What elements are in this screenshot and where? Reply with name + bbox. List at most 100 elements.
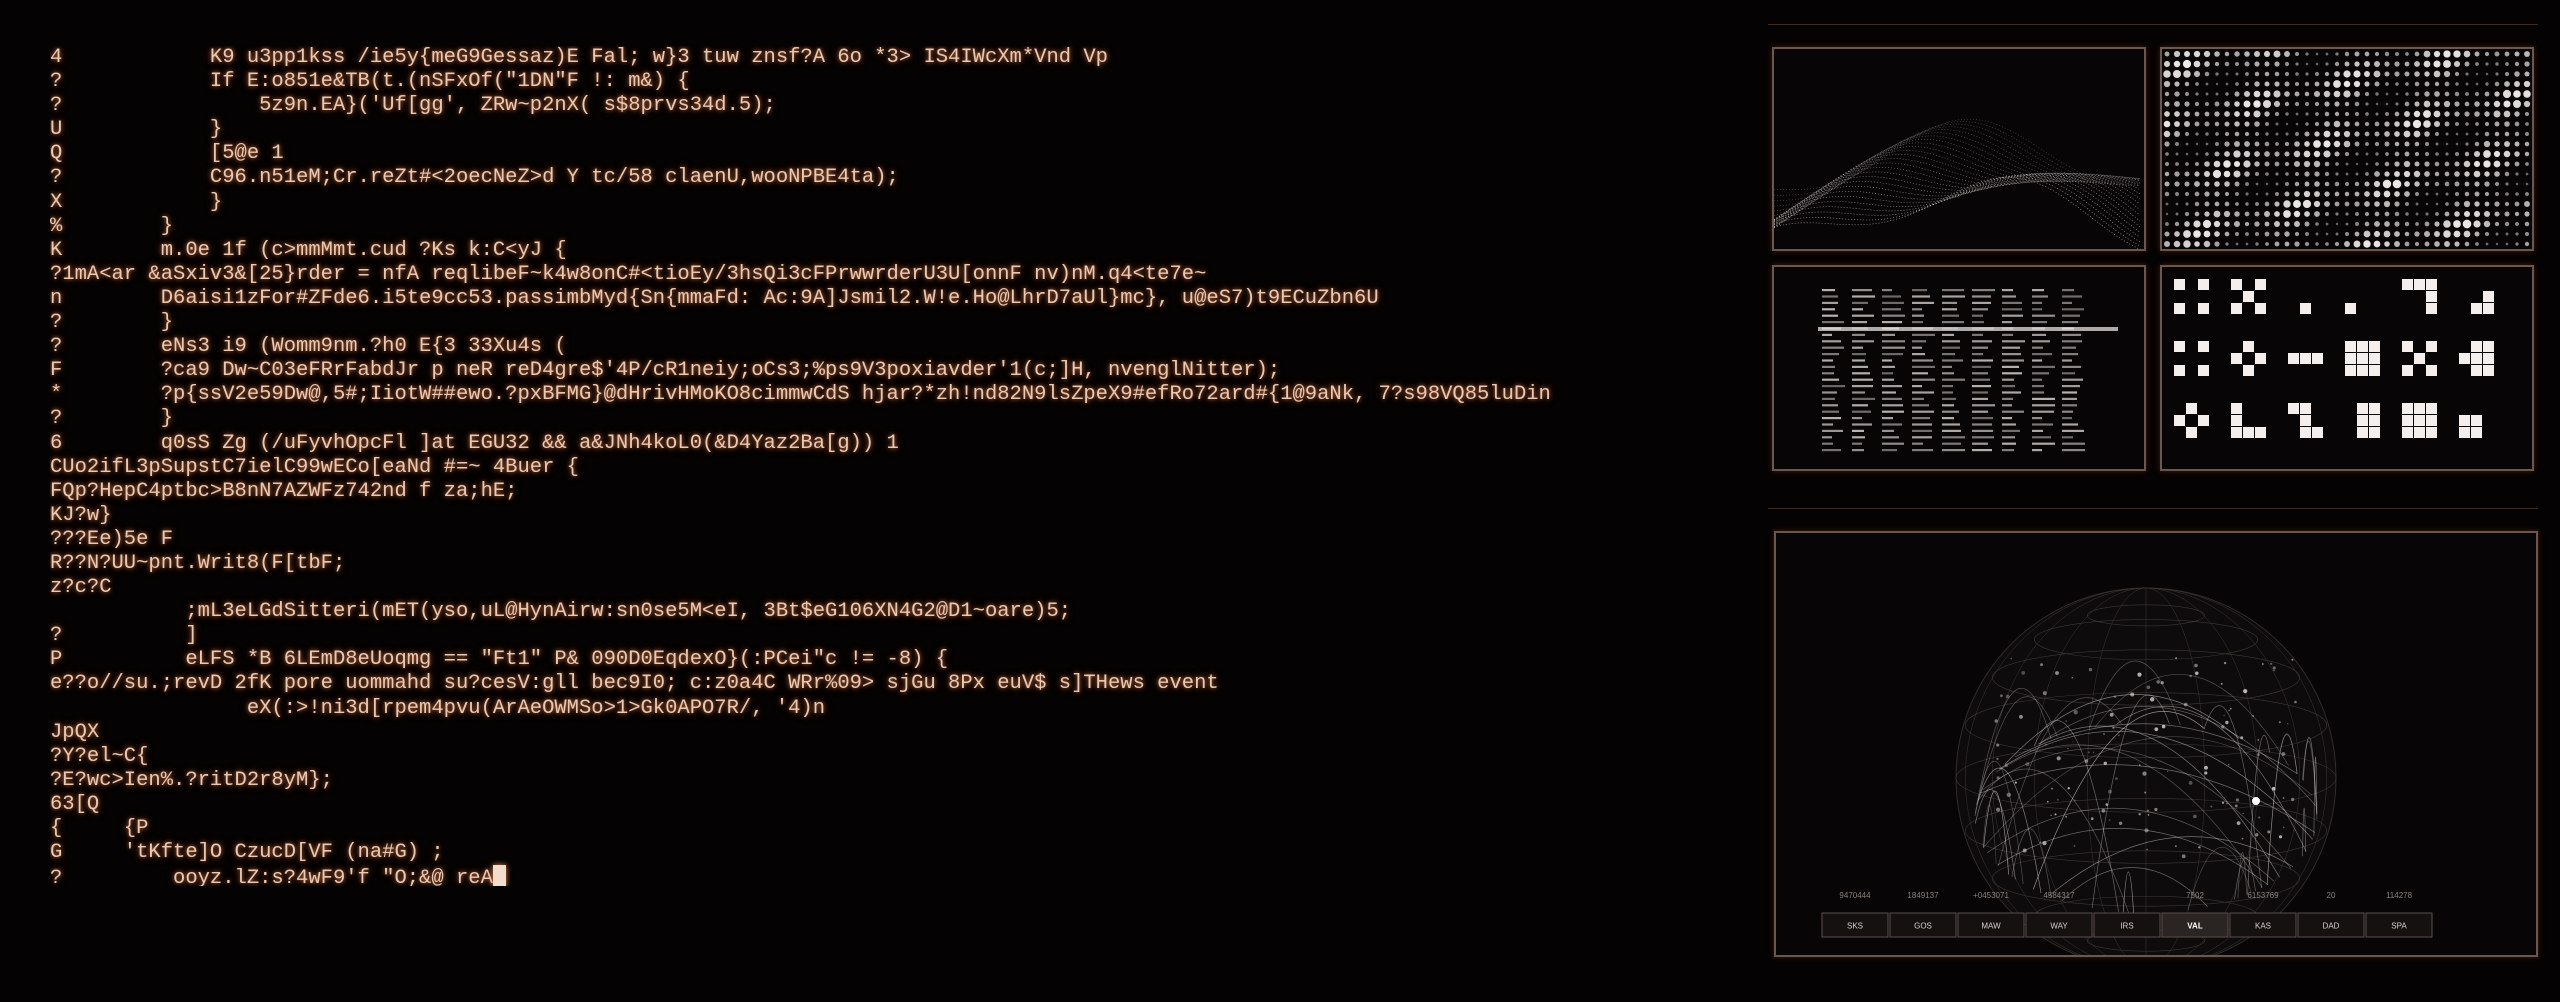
matrix-dot (2205, 152, 2209, 156)
data-text-bar (2002, 404, 2012, 407)
glyph-block (2345, 303, 2356, 314)
matrix-dot (2433, 110, 2441, 118)
data-text-bar (2002, 333, 2013, 336)
landmass-dot (2146, 848, 2148, 851)
glyph-block (2357, 403, 2368, 414)
matrix-dot (2443, 50, 2451, 58)
matrix-dot (2164, 231, 2170, 237)
matrix-dot (2494, 191, 2500, 197)
matrix-dot (2414, 231, 2420, 237)
matrix-dot (2364, 221, 2370, 227)
matrix-dot (2474, 201, 2480, 207)
data-text-bar (1912, 353, 1925, 356)
matrix-dot (2454, 171, 2460, 177)
matrix-dot (2344, 191, 2350, 197)
landmass-dot (2291, 797, 2295, 802)
matrix-dot (2425, 192, 2429, 196)
matrix-dot (2184, 81, 2190, 87)
matrix-dot (2463, 210, 2471, 218)
data-text-bar (1942, 436, 1965, 439)
data-text-bar (1882, 404, 1903, 407)
data-text-bar (1942, 372, 1954, 375)
landmass-dot (2225, 802, 2228, 805)
matrix-dot (2265, 242, 2269, 246)
matrix-dot (2464, 61, 2470, 67)
matrix-dot (2444, 161, 2450, 167)
matrix-dot (2384, 171, 2390, 177)
matrix-dot (2435, 142, 2439, 146)
region-button-label: WAY (2050, 922, 2068, 931)
glyph-block (2255, 279, 2266, 290)
region-button-label: VAL (2187, 922, 2203, 931)
wave-strand (1774, 172, 2141, 223)
matrix-dot (2175, 162, 2179, 166)
matrix-dot (2324, 111, 2330, 117)
matrix-dot (2304, 171, 2310, 177)
data-text-bar (1942, 295, 1965, 298)
data-text-bar (1882, 429, 1894, 432)
matrix-dot (2494, 221, 2500, 227)
landmass-dot (2161, 724, 2166, 729)
matrix-dot (2284, 221, 2290, 227)
glyph-block (2357, 341, 2368, 352)
matrix-dot (2184, 191, 2190, 197)
matrix-dot (2363, 240, 2371, 248)
matrix-dot (2384, 51, 2390, 57)
matrix-dot (2283, 210, 2291, 218)
matrix-dot (2184, 211, 2190, 217)
data-text-bar (1912, 449, 1933, 452)
matrix-dot (2405, 82, 2409, 86)
data-text-bar (1942, 321, 1964, 324)
matrix-dot (2403, 160, 2411, 168)
matrix-dot (2215, 82, 2219, 86)
data-text-bar (1912, 340, 1926, 343)
matrix-dot (2194, 241, 2200, 247)
data-text-bar (1882, 372, 1893, 375)
landmass-dot (2112, 726, 2115, 729)
matrix-dot (2264, 151, 2270, 157)
matrix-dot (2515, 182, 2519, 186)
matrix-dot (2504, 71, 2510, 77)
matrix-dot (2494, 141, 2500, 147)
matrix-dot (2164, 91, 2170, 97)
data-text-bar (1942, 378, 1965, 381)
terminal-line: ? 5z9n.EA}('Uf[gg', ZRw~p2nX( s$8prvs34d… (50, 94, 776, 118)
data-text-bar (2062, 429, 2084, 432)
data-text-bar (1882, 417, 1893, 420)
data-text-bar (1972, 397, 1988, 400)
matrix-dot (2173, 60, 2181, 68)
matrix-dot (2253, 90, 2261, 98)
matrix-dot (2394, 151, 2400, 157)
data-text-bar (1882, 436, 1899, 439)
matrix-dot (2454, 181, 2460, 187)
glyph-block (2357, 365, 2368, 376)
matrix-dot (2243, 100, 2251, 108)
matrix-dot (2405, 52, 2409, 56)
data-text-bar (1912, 442, 1923, 445)
matrix-dot (2254, 71, 2260, 77)
landmass-dot (1996, 807, 2001, 812)
matrix-dot (2304, 81, 2310, 87)
landmass-dot (2154, 807, 2158, 812)
landmass-dot (2242, 812, 2244, 815)
matrix-dot (2394, 201, 2400, 207)
matrix-dot (2524, 71, 2530, 77)
matrix-dot (2253, 100, 2261, 108)
data-text-bar (1912, 308, 1922, 311)
hud-divider-top (1768, 24, 2538, 25)
data-text-bar (1972, 429, 1993, 432)
matrix-dot (2483, 160, 2491, 168)
matrix-dot (2224, 121, 2230, 127)
terminal-line: U } (50, 118, 223, 142)
matrix-dot (2414, 151, 2420, 157)
matrix-dot (2484, 111, 2490, 117)
matrix-dot (2174, 231, 2180, 237)
data-text-bar (1972, 404, 1995, 407)
data-text-bar (1942, 359, 1963, 362)
matrix-dot (2294, 241, 2300, 247)
matrix-dot (2233, 160, 2241, 168)
matrix-dot (2435, 152, 2439, 156)
matrix-dot (2504, 131, 2510, 137)
matrix-dot (2424, 221, 2430, 227)
matrix-dot (2513, 100, 2521, 108)
